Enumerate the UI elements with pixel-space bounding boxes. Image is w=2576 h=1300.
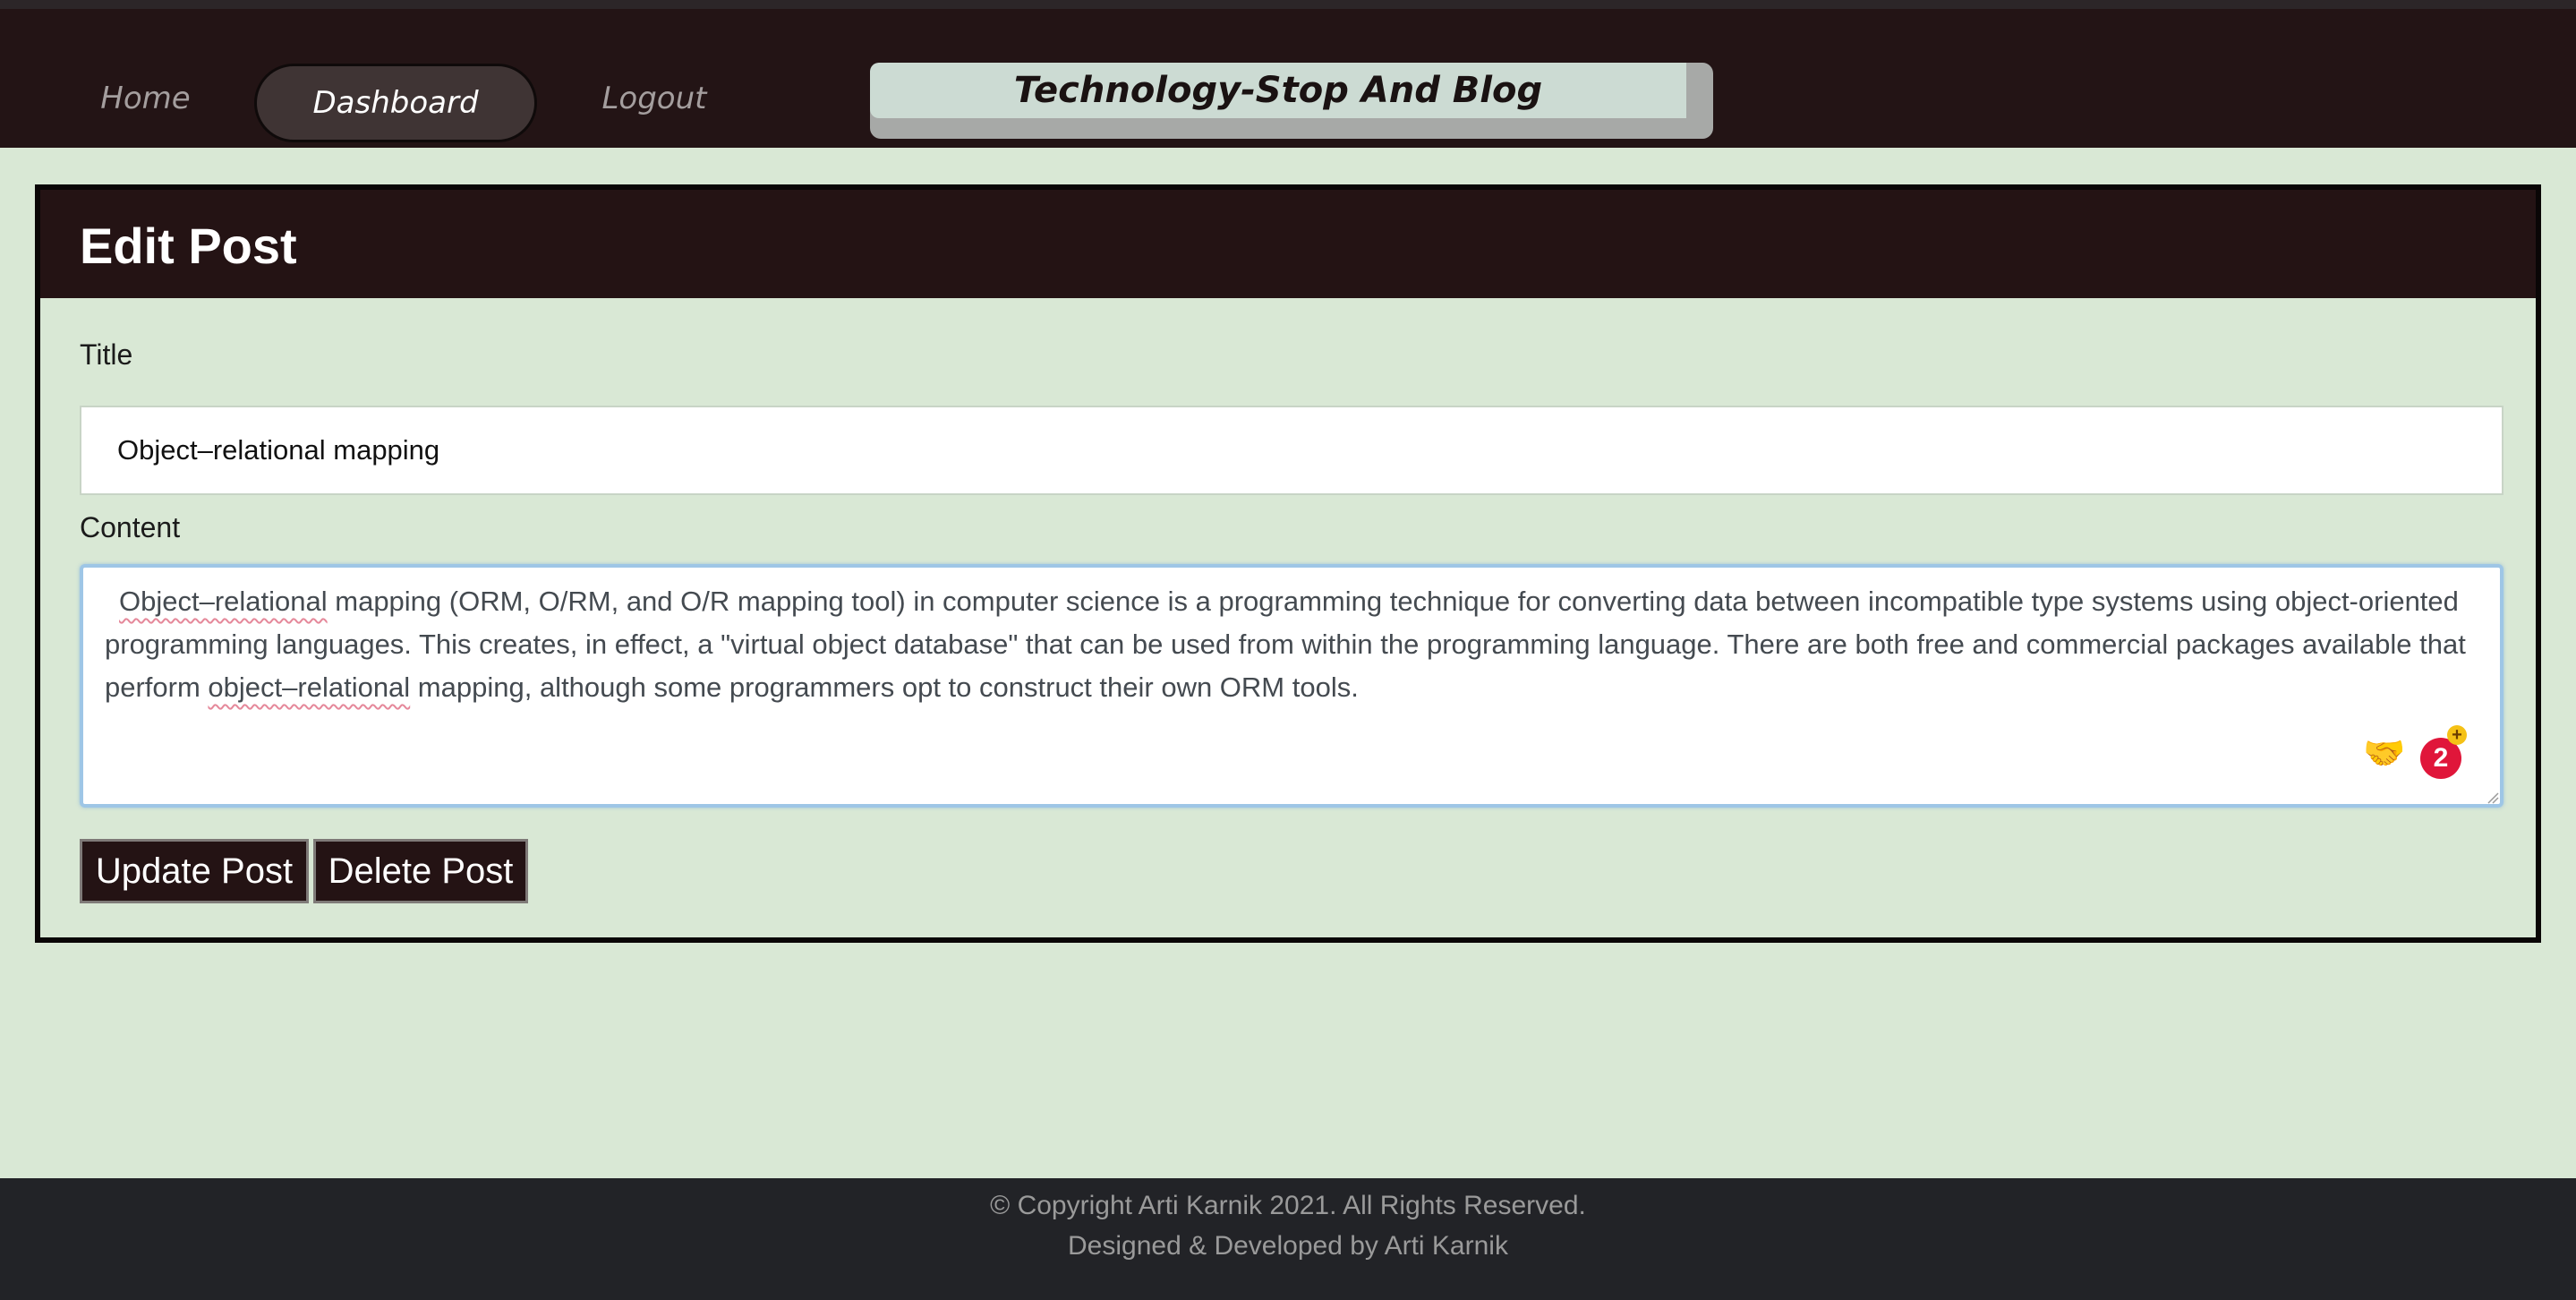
nav-dashboard-link[interactable]: Dashboard [254, 64, 537, 142]
writing-extension-widget[interactable]: 🤝 2 + [2361, 725, 2470, 779]
site-brand: Technology-Stop And Blog [870, 63, 1686, 118]
content-text-segment: mapping, although some programmers opt t… [410, 671, 1359, 703]
plus-icon: + [2447, 725, 2467, 745]
resize-handle-icon[interactable] [2486, 791, 2499, 804]
content-text-segment: object–relational [208, 671, 411, 703]
card-header: Edit Post [40, 190, 2536, 298]
page-title: Edit Post [80, 218, 297, 274]
content-text-segment: Object–relational [119, 586, 328, 617]
footer-credit: Designed & Developed by Arti Karnik [1068, 1231, 1508, 1261]
footer: © Copyright Arti Karnik 2021. All Rights… [0, 1178, 2576, 1300]
edit-post-card: Edit Post Title Content Object–relationa… [35, 184, 2541, 943]
title-label: Title [80, 338, 133, 371]
navbar: Home Dashboard Logout Technology-Stop An… [0, 9, 2576, 148]
delete-post-button[interactable]: Delete Post [313, 839, 528, 903]
title-input[interactable] [80, 406, 2503, 495]
update-post-button[interactable]: Update Post [80, 839, 309, 903]
nav-logout-link[interactable]: Logout [598, 58, 711, 139]
content-textarea[interactable]: Object–relational mapping (ORM, O/RM, an… [80, 564, 2503, 808]
nav-home-link[interactable]: Home [90, 58, 201, 139]
content-label: Content [80, 511, 181, 543]
handshake-icon[interactable]: 🤝 [2361, 734, 2408, 774]
browser-top-strip [0, 0, 2576, 9]
footer-copyright: © Copyright Arti Karnik 2021. All Rights… [990, 1191, 1586, 1220]
